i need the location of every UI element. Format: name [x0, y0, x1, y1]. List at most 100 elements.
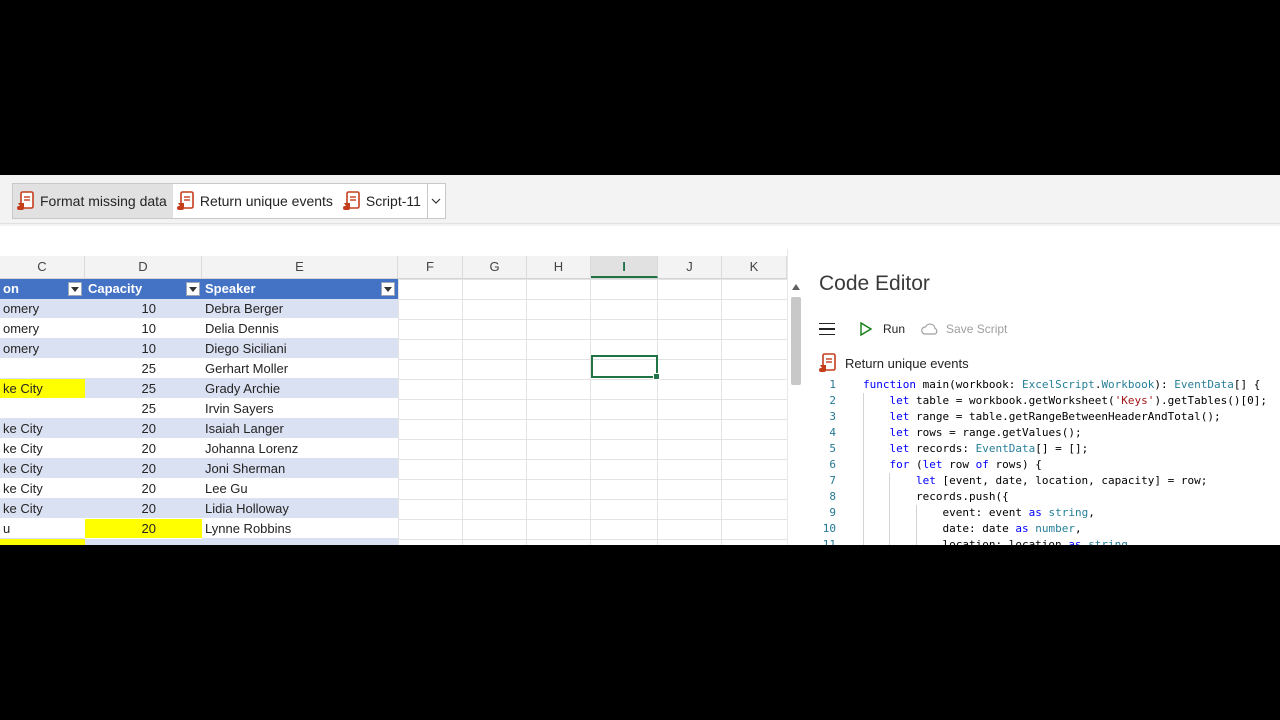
cell-speaker[interactable]: Irvin Sayers — [202, 399, 398, 419]
cell-speaker[interactable]: Lee Gu — [202, 479, 398, 499]
code-text: function main(workbook: ExcelScript.Work… — [863, 378, 1261, 391]
cell-speaker[interactable]: Isaiah Langer — [202, 419, 398, 439]
cell-location[interactable]: omery — [0, 319, 85, 339]
script-button-return-unique-events[interactable]: Return unique events — [173, 184, 339, 218]
gridline — [657, 279, 658, 545]
script-button-format-missing-data[interactable]: Format missing data — [13, 184, 173, 218]
cell-capacity[interactable]: 10 — [85, 319, 202, 339]
cell-speaker[interactable]: Debra Berger — [202, 299, 398, 319]
code-area[interactable]: 1 function main(workbook: ExcelScript.Wor… — [803, 377, 1280, 545]
cell-location-highlighted[interactable]: ke City — [0, 379, 85, 399]
ribbon: Format missing data Return unique events — [0, 175, 1280, 224]
cell-capacity[interactable]: 25 — [85, 359, 202, 379]
cell-capacity[interactable]: 20 — [85, 419, 202, 439]
code-line[interactable]: 5 let records: EventData[] = []; — [803, 441, 1280, 457]
cell-location[interactable]: u — [0, 519, 85, 539]
gridline — [721, 279, 722, 545]
cell-speaker[interactable]: Lidia Holloway — [202, 499, 398, 519]
current-script-row: Return unique events — [819, 353, 969, 373]
empty-cells[interactable] — [398, 279, 787, 545]
column-header-c[interactable]: C — [0, 256, 85, 278]
code-line[interactable]: 9 event: event as string, — [803, 505, 1280, 521]
code-line[interactable]: 8 records.push({ — [803, 489, 1280, 505]
cell-location[interactable]: omery — [0, 299, 85, 319]
cell-speaker[interactable]: Gerhart Moller — [202, 359, 398, 379]
cell-capacity[interactable]: 25 — [85, 399, 202, 419]
script-icon — [342, 191, 360, 210]
cell-location[interactable]: ke City — [0, 459, 85, 479]
vertical-scrollbar[interactable] — [787, 249, 804, 545]
cell-location[interactable]: ke City — [0, 499, 85, 519]
column-header-f[interactable]: F — [398, 256, 463, 278]
code-text: for (let row of rows) { — [889, 458, 1042, 471]
cell-speaker[interactable]: Joni Sherman — [202, 459, 398, 479]
run-label: Run — [883, 322, 906, 336]
cell-location-highlighted[interactable] — [0, 539, 85, 545]
cell-speaker[interactable]: Johanna Lorenz — [202, 439, 398, 459]
cell-capacity[interactable]: 25 — [85, 379, 202, 399]
filter-dropdown-icon[interactable] — [68, 282, 82, 296]
column-header-k[interactable]: K — [722, 256, 787, 278]
code-line[interactable]: 1 function main(workbook: ExcelScript.Wor… — [803, 377, 1280, 393]
table-header-speaker[interactable]: Speaker — [202, 279, 398, 299]
code-text: records.push({ — [863, 490, 1009, 503]
worksheet: C D E F G H I J K on Capacity Speaker om… — [0, 249, 787, 545]
scroll-up-arrow-icon[interactable] — [790, 281, 802, 293]
selected-cell-i[interactable] — [591, 355, 660, 380]
column-header-h[interactable]: H — [527, 256, 591, 278]
filter-dropdown-icon[interactable] — [186, 282, 200, 296]
line-number: 11 — [822, 538, 836, 545]
column-header-j[interactable]: J — [658, 256, 722, 278]
code-line[interactable]: 4 let rows = range.getValues(); — [803, 425, 1280, 441]
scrollbar-thumb[interactable] — [791, 297, 801, 385]
cell-capacity-highlighted[interactable]: 20 — [85, 519, 202, 539]
cell-capacity[interactable]: 20 — [85, 479, 202, 499]
cell-capacity[interactable]: 20 — [85, 459, 202, 479]
code-line[interactable]: 3 let range = table.getRangeBetweenHeade… — [803, 409, 1280, 425]
hamburger-menu-icon[interactable] — [819, 319, 841, 339]
cell-speaker[interactable]: Lynne Robbins — [202, 519, 398, 539]
filter-dropdown-icon[interactable] — [381, 282, 395, 296]
editor-toolbar: Run Save Script — [819, 319, 1007, 339]
save-script-button[interactable]: Save Script — [921, 322, 1007, 336]
cell-speaker[interactable] — [202, 539, 398, 545]
code-line[interactable]: 2 let table = workbook.getWorksheet('Key… — [803, 393, 1280, 409]
column-header-d[interactable]: D — [85, 256, 202, 278]
cell-speaker[interactable]: Grady Archie — [202, 379, 398, 399]
gallery-more-button[interactable] — [426, 184, 445, 218]
header-label: Speaker — [205, 281, 256, 296]
table-header-capacity[interactable]: Capacity — [85, 279, 202, 299]
script-button-script-11[interactable]: Script-11 — [339, 184, 427, 218]
script-label: Return unique events — [199, 193, 333, 209]
cell-location[interactable] — [0, 359, 85, 379]
cell-location[interactable] — [0, 399, 85, 419]
cell-location[interactable]: ke City — [0, 479, 85, 499]
code-text: event: event as string, — [863, 506, 1095, 519]
line-number: 7 — [829, 474, 836, 487]
column-header-g[interactable]: G — [463, 256, 527, 278]
save-label: Save Script — [946, 322, 1008, 336]
cell-capacity[interactable]: 10 — [85, 339, 202, 359]
run-button[interactable]: Run — [859, 322, 905, 336]
code-line[interactable]: 6 for (let row of rows) { — [803, 457, 1280, 473]
code-line[interactable]: 10 date: date as number, — [803, 521, 1280, 537]
ribbon-shadow — [0, 224, 1280, 226]
cell-speaker[interactable]: Diego Siciliani — [202, 339, 398, 359]
cell-capacity[interactable]: 20 — [85, 499, 202, 519]
cell-location[interactable]: omery — [0, 339, 85, 359]
cell-capacity[interactable]: 20 — [85, 439, 202, 459]
cell-location[interactable]: ke City — [0, 419, 85, 439]
cell-location[interactable]: ke City — [0, 439, 85, 459]
cloud-save-icon — [921, 323, 938, 335]
line-number: 5 — [829, 442, 836, 455]
cell-speaker[interactable]: Delia Dennis — [202, 319, 398, 339]
code-line[interactable]: 11 location: location as string, — [803, 537, 1280, 545]
code-text: let range = table.getRangeBetweenHeaderA… — [889, 410, 1221, 423]
script-icon — [819, 353, 836, 372]
script-icon — [17, 191, 34, 210]
cell-capacity[interactable] — [85, 539, 202, 545]
column-header-e[interactable]: E — [202, 256, 398, 278]
column-header-i[interactable]: I — [591, 256, 658, 278]
code-line[interactable]: 7 let [event, date, location, capacity] … — [803, 473, 1280, 489]
cell-capacity[interactable]: 10 — [85, 299, 202, 319]
